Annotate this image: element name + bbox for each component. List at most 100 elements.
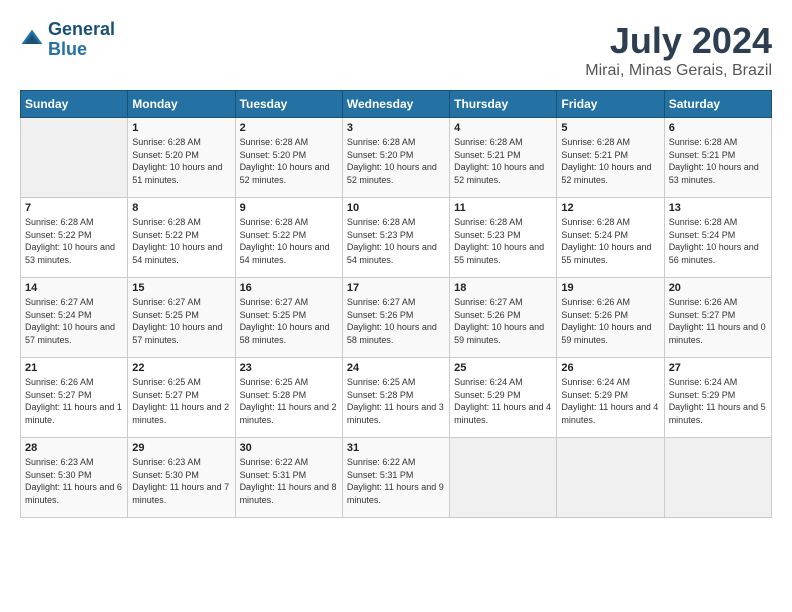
- day-cell: 21 Sunrise: 6:26 AMSunset: 5:27 PMDayligh…: [21, 358, 128, 438]
- day-info: Sunrise: 6:26 AMSunset: 5:27 PMDaylight:…: [25, 376, 123, 426]
- day-number: 21: [25, 362, 123, 374]
- header-thursday: Thursday: [450, 91, 557, 118]
- day-info: Sunrise: 6:27 AMSunset: 5:26 PMDaylight:…: [347, 296, 445, 346]
- day-info: Sunrise: 6:26 AMSunset: 5:27 PMDaylight:…: [669, 296, 767, 346]
- weekday-header-row: SundayMondayTuesdayWednesdayThursdayFrid…: [21, 91, 772, 118]
- day-cell: 14 Sunrise: 6:27 AMSunset: 5:24 PMDayligh…: [21, 278, 128, 358]
- day-number: 8: [132, 202, 230, 214]
- day-number: 3: [347, 122, 445, 134]
- day-info: Sunrise: 6:28 AMSunset: 5:22 PMDaylight:…: [132, 216, 230, 266]
- day-info: Sunrise: 6:28 AMSunset: 5:23 PMDaylight:…: [347, 216, 445, 266]
- day-info: Sunrise: 6:27 AMSunset: 5:24 PMDaylight:…: [25, 296, 123, 346]
- day-info: Sunrise: 6:28 AMSunset: 5:21 PMDaylight:…: [669, 136, 767, 186]
- title-block: July 2024 Mirai, Minas Gerais, Brazil: [585, 20, 772, 80]
- day-cell: 11 Sunrise: 6:28 AMSunset: 5:23 PMDayligh…: [450, 198, 557, 278]
- day-number: 29: [132, 442, 230, 454]
- day-info: Sunrise: 6:28 AMSunset: 5:24 PMDaylight:…: [669, 216, 767, 266]
- day-cell: 10Sunrise: 6:28 AMSunset: 5:23 PMDayligh…: [342, 198, 449, 278]
- day-cell: 7Sunrise: 6:28 AMSunset: 5:22 PMDaylight…: [21, 198, 128, 278]
- day-info: Sunrise: 6:25 AMSunset: 5:28 PMDaylight:…: [240, 376, 338, 426]
- day-cell: 23Sunrise: 6:25 AMSunset: 5:28 PMDayligh…: [235, 358, 342, 438]
- header-friday: Friday: [557, 91, 664, 118]
- day-info: Sunrise: 6:24 AMSunset: 5:29 PMDaylight:…: [669, 376, 767, 426]
- day-info: Sunrise: 6:28 AMSunset: 5:22 PMDaylight:…: [25, 216, 123, 266]
- day-cell: [664, 438, 771, 518]
- day-number: 19: [561, 282, 659, 294]
- day-number: 24: [347, 362, 445, 374]
- day-number: 14: [25, 282, 123, 294]
- day-cell: 2Sunrise: 6:28 AMSunset: 5:20 PMDaylight…: [235, 118, 342, 198]
- day-number: 9: [240, 202, 338, 214]
- header-sunday: Sunday: [21, 91, 128, 118]
- header-monday: Monday: [128, 91, 235, 118]
- day-cell: 6 Sunrise: 6:28 AMSunset: 5:21 PMDaylight…: [664, 118, 771, 198]
- day-cell: 4Sunrise: 6:28 AMSunset: 5:21 PMDaylight…: [450, 118, 557, 198]
- day-cell: 29 Sunrise: 6:23 AMSunset: 5:30 PMDayligh…: [128, 438, 235, 518]
- day-cell: 12 Sunrise: 6:28 AMSunset: 5:24 PMDayligh…: [557, 198, 664, 278]
- day-info: Sunrise: 6:27 AMSunset: 5:26 PMDaylight:…: [454, 296, 552, 346]
- day-cell: 31 Sunrise: 6:22 AMSunset: 5:31 PMDayligh…: [342, 438, 449, 518]
- day-cell: 15 Sunrise: 6:27 AMSunset: 5:25 PMDayligh…: [128, 278, 235, 358]
- day-cell: [450, 438, 557, 518]
- day-info: Sunrise: 6:28 AMSunset: 5:21 PMDaylight:…: [454, 136, 552, 186]
- day-info: Sunrise: 6:24 AMSunset: 5:29 PMDaylight:…: [561, 376, 659, 426]
- day-info: Sunrise: 6:28 AMSunset: 5:22 PMDaylight:…: [240, 216, 338, 266]
- day-info: Sunrise: 6:26 AMSunset: 5:26 PMDaylight:…: [561, 296, 659, 346]
- day-number: 2: [240, 122, 338, 134]
- day-cell: 25Sunrise: 6:24 AMSunset: 5:29 PMDayligh…: [450, 358, 557, 438]
- calendar-table: SundayMondayTuesdayWednesdayThursdayFrid…: [20, 90, 772, 518]
- day-cell: 3 Sunrise: 6:28 AMSunset: 5:20 PMDaylight…: [342, 118, 449, 198]
- day-cell: 27 Sunrise: 6:24 AMSunset: 5:29 PMDayligh…: [664, 358, 771, 438]
- day-info: Sunrise: 6:27 AMSunset: 5:25 PMDaylight:…: [240, 296, 338, 346]
- week-row-2: 7Sunrise: 6:28 AMSunset: 5:22 PMDaylight…: [21, 198, 772, 278]
- logo-icon: [20, 28, 44, 52]
- header-wednesday: Wednesday: [342, 91, 449, 118]
- day-number: 27: [669, 362, 767, 374]
- day-cell: 28Sunrise: 6:23 AMSunset: 5:30 PMDayligh…: [21, 438, 128, 518]
- day-cell: 13Sunrise: 6:28 AMSunset: 5:24 PMDayligh…: [664, 198, 771, 278]
- week-row-3: 14 Sunrise: 6:27 AMSunset: 5:24 PMDayligh…: [21, 278, 772, 358]
- day-info: Sunrise: 6:28 AMSunset: 5:20 PMDaylight:…: [347, 136, 445, 186]
- day-number: 6: [669, 122, 767, 134]
- day-info: Sunrise: 6:22 AMSunset: 5:31 PMDaylight:…: [240, 456, 338, 506]
- week-row-5: 28Sunrise: 6:23 AMSunset: 5:30 PMDayligh…: [21, 438, 772, 518]
- day-cell: 16 Sunrise: 6:27 AMSunset: 5:25 PMDayligh…: [235, 278, 342, 358]
- day-number: 15: [132, 282, 230, 294]
- day-number: 5: [561, 122, 659, 134]
- day-number: 20: [669, 282, 767, 294]
- logo-text: General Blue: [48, 20, 115, 60]
- day-info: Sunrise: 6:23 AMSunset: 5:30 PMDaylight:…: [25, 456, 123, 506]
- day-number: 18: [454, 282, 552, 294]
- page-header: General Blue July 2024 Mirai, Minas Gera…: [20, 20, 772, 80]
- day-info: Sunrise: 6:23 AMSunset: 5:30 PMDaylight:…: [132, 456, 230, 506]
- day-info: Sunrise: 6:27 AMSunset: 5:25 PMDaylight:…: [132, 296, 230, 346]
- day-number: 31: [347, 442, 445, 454]
- day-number: 17: [347, 282, 445, 294]
- day-info: Sunrise: 6:22 AMSunset: 5:31 PMDaylight:…: [347, 456, 445, 506]
- day-cell: 26 Sunrise: 6:24 AMSunset: 5:29 PMDayligh…: [557, 358, 664, 438]
- day-cell: [21, 118, 128, 198]
- day-info: Sunrise: 6:28 AMSunset: 5:21 PMDaylight:…: [561, 136, 659, 186]
- day-info: Sunrise: 6:25 AMSunset: 5:28 PMDaylight:…: [347, 376, 445, 426]
- header-saturday: Saturday: [664, 91, 771, 118]
- location: Mirai, Minas Gerais, Brazil: [585, 62, 772, 80]
- week-row-4: 21 Sunrise: 6:26 AMSunset: 5:27 PMDayligh…: [21, 358, 772, 438]
- day-number: 12: [561, 202, 659, 214]
- day-cell: [557, 438, 664, 518]
- month-year: July 2024: [585, 20, 772, 62]
- day-cell: 19 Sunrise: 6:26 AMSunset: 5:26 PMDayligh…: [557, 278, 664, 358]
- day-number: 26: [561, 362, 659, 374]
- day-number: 16: [240, 282, 338, 294]
- day-cell: 8 Sunrise: 6:28 AMSunset: 5:22 PMDaylight…: [128, 198, 235, 278]
- day-cell: 9 Sunrise: 6:28 AMSunset: 5:22 PMDaylight…: [235, 198, 342, 278]
- day-number: 11: [454, 202, 552, 214]
- day-cell: 17 Sunrise: 6:27 AMSunset: 5:26 PMDayligh…: [342, 278, 449, 358]
- day-number: 25: [454, 362, 552, 374]
- week-row-1: 1Sunrise: 6:28 AMSunset: 5:20 PMDaylight…: [21, 118, 772, 198]
- day-info: Sunrise: 6:28 AMSunset: 5:20 PMDaylight:…: [132, 136, 230, 186]
- day-number: 30: [240, 442, 338, 454]
- day-cell: 24 Sunrise: 6:25 AMSunset: 5:28 PMDayligh…: [342, 358, 449, 438]
- day-info: Sunrise: 6:25 AMSunset: 5:27 PMDaylight:…: [132, 376, 230, 426]
- day-info: Sunrise: 6:28 AMSunset: 5:24 PMDaylight:…: [561, 216, 659, 266]
- day-info: Sunrise: 6:28 AMSunset: 5:23 PMDaylight:…: [454, 216, 552, 266]
